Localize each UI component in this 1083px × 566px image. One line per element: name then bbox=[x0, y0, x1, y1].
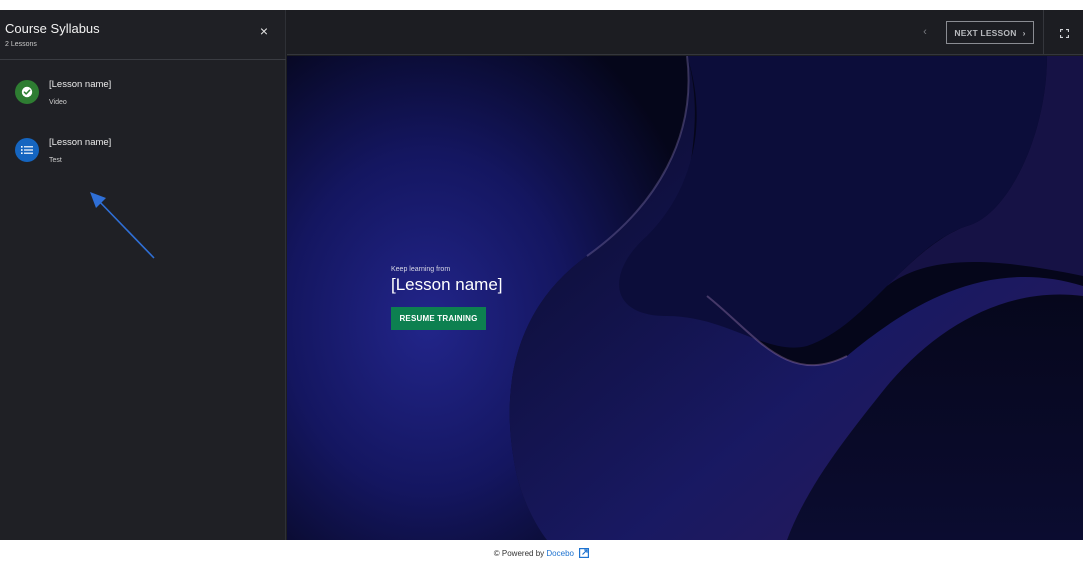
list-icon bbox=[15, 138, 39, 162]
lesson-item-test[interactable]: [Lesson name] Test bbox=[0, 130, 286, 180]
previous-lesson-button[interactable]: ‹ bbox=[916, 23, 934, 41]
player-topbar: ‹ NEXT LESSON › bbox=[287, 10, 1083, 55]
lesson-stage: Keep learning from [Lesson name] RESUME … bbox=[287, 56, 1083, 540]
fullscreen-icon[interactable] bbox=[1053, 22, 1075, 44]
sidebar-title: Course Syllabus bbox=[5, 21, 100, 36]
external-link-icon[interactable] bbox=[579, 548, 590, 560]
lesson-name: [Lesson name] bbox=[49, 137, 112, 148]
annotation-arrow-icon bbox=[90, 192, 155, 259]
sidebar-header: Course Syllabus 2 Lessons × bbox=[0, 10, 286, 60]
next-lesson-label: NEXT LESSON bbox=[954, 27, 1017, 38]
topbar-divider bbox=[1043, 10, 1044, 55]
chevron-right-icon: › bbox=[1022, 27, 1026, 38]
lesson-item-video[interactable]: [Lesson name] Video bbox=[0, 72, 286, 122]
powered-by-text: © Powered by bbox=[493, 549, 545, 558]
keep-learning-text: Keep learning from bbox=[391, 266, 451, 273]
resume-block: Keep learning from [Lesson name] RESUME … bbox=[391, 266, 503, 330]
lesson-content-area: ‹ NEXT LESSON › Keep learning from [Less… bbox=[287, 10, 1083, 540]
lesson-type: Test bbox=[49, 157, 62, 164]
resume-training-button[interactable]: RESUME TRAINING bbox=[391, 307, 486, 330]
check-circle-icon bbox=[15, 80, 39, 104]
lesson-count: 2 Lessons bbox=[5, 41, 37, 48]
lesson-type: Video bbox=[49, 99, 67, 106]
lesson-name: [Lesson name] bbox=[49, 79, 112, 90]
next-lesson-button[interactable]: NEXT LESSON › bbox=[946, 21, 1034, 44]
footer: © Powered by Docebo bbox=[0, 548, 1083, 560]
close-icon[interactable]: × bbox=[256, 23, 272, 39]
docebo-link[interactable]: Docebo bbox=[546, 549, 574, 558]
course-syllabus-sidebar: Course Syllabus 2 Lessons × [Lesson name… bbox=[0, 10, 286, 540]
resume-lesson-name: [Lesson name] bbox=[391, 275, 503, 294]
course-player: Course Syllabus 2 Lessons × [Lesson name… bbox=[0, 10, 1083, 540]
